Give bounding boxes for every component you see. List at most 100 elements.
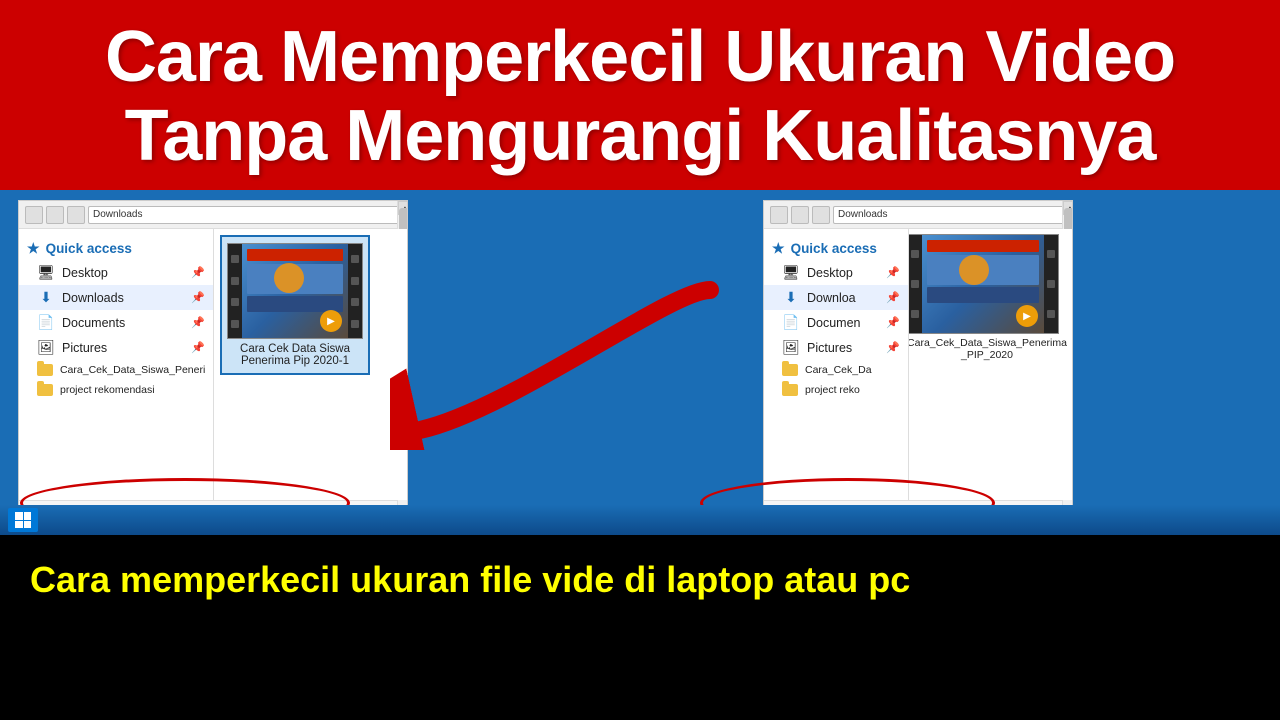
right-back-btn[interactable]: [770, 206, 788, 224]
sidebar-item-documents[interactable]: 📄 Documents 📌: [19, 310, 213, 335]
right-thumb-img: ▶: [909, 234, 1059, 334]
pin-icon-pic: 📌: [191, 341, 205, 354]
desktop-label: Desktop: [62, 266, 108, 280]
folder-icon-1: [37, 364, 53, 376]
banner-title: Cara Memperkecil Ukuran Video Tanpa Meng…: [30, 18, 1250, 176]
banner-line2: Tanpa Mengurangi Kualitasnya: [125, 96, 1156, 176]
right-folder-label-2: project reko: [805, 384, 860, 396]
win-logo-q2: [24, 512, 32, 520]
file-thumb-img-left: ▶: [227, 243, 363, 339]
film-hole: [231, 277, 239, 285]
right-up-btn[interactable]: [812, 206, 830, 224]
right-folder-icon-2: [782, 384, 798, 396]
desktop-icon: 🖥: [37, 264, 55, 281]
folder-label-1: Cara_Cek_Data_Siswa_Peneri: [60, 364, 205, 376]
downloads-icon: ⬇: [37, 289, 55, 306]
top-banner: Cara Memperkecil Ukuran Video Tanpa Meng…: [0, 0, 1280, 190]
pin-icon: 📌: [191, 266, 205, 279]
film-hole-r: [1047, 280, 1055, 288]
start-button[interactable]: [8, 508, 38, 532]
sidebar-folder-2[interactable]: project rekomendasi: [19, 380, 213, 400]
right-quick-access-section[interactable]: ★ Quick access: [764, 237, 908, 260]
right-desktop-label: Desktop: [807, 266, 853, 280]
film-hole: [231, 255, 239, 263]
right-quick-access-label: Quick access: [791, 241, 877, 256]
address-text: Downloads: [93, 209, 142, 220]
file-name-left: Cara Cek Data Siswa Penerima Pip 2020-1: [228, 343, 362, 367]
back-btn[interactable]: [25, 206, 43, 224]
left-sidebar: ▲ ▼ ★ Quick access 🖥 Desktop 📌 ⬇ Downloa…: [19, 229, 214, 500]
film-hole: [351, 320, 359, 328]
right-documents-label: Documen: [807, 316, 861, 330]
right-sidebar-folder-1[interactable]: Cara_Cek_Da: [764, 360, 908, 380]
right-address-text: Downloads: [838, 209, 887, 220]
right-sidebar-item-downloads[interactable]: ⬇ Downloa 📌: [764, 285, 908, 310]
right-explorer: Downloads ▲ ▼ ★ Quick access 🖥 Desktop: [763, 200, 1073, 525]
quick-access-label: Quick access: [46, 241, 132, 256]
middle-section: Downloads ▲ ▼ ★ Quick access 🖥 Desktop: [0, 190, 1280, 535]
quick-access-section[interactable]: ★ Quick access: [19, 237, 213, 260]
right-downloads-label: Downloa: [807, 291, 856, 305]
right-pictures-icon: 🖼: [782, 339, 800, 356]
left-explorer-topbar: Downloads: [19, 201, 407, 229]
right-sidebar-item-desktop[interactable]: 🖥 Desktop 📌: [764, 260, 908, 285]
film-hole-r: [1047, 250, 1055, 258]
right-documents-icon: 📄: [782, 314, 800, 331]
film-hole-r: [911, 310, 919, 318]
folder-icon-2: [37, 384, 53, 396]
sidebar-folder-1[interactable]: Cara_Cek_Data_Siswa_Peneri: [19, 360, 213, 380]
banner-line1: Cara Memperkecil Ukuran Video: [105, 17, 1175, 97]
bottom-banner: Cara memperkecil ukuran file vide di lap…: [0, 535, 1280, 625]
film-hole: [231, 298, 239, 306]
win-logo-q1: [15, 512, 23, 520]
right-file-name: Cara_Cek_Data_Siswa_Penerima_PIP_2020: [909, 337, 1067, 361]
sidebar-item-downloads[interactable]: ⬇ Downloads 📌: [19, 285, 213, 310]
address-bar[interactable]: Downloads: [88, 206, 401, 224]
right-explorer-content: ▲ ▼ ★ Quick access 🖥 Desktop 📌 ⬇ Downloa…: [764, 229, 1072, 500]
right-sidebar: ▲ ▼ ★ Quick access 🖥 Desktop 📌 ⬇ Downloa…: [764, 229, 909, 500]
file-thumbnail-right[interactable]: ▶ Cara_Cek_Data_Siswa_Penerima_PIP_2020: [909, 234, 1067, 361]
film-hole: [231, 320, 239, 328]
up-btn[interactable]: [67, 206, 85, 224]
documents-icon: 📄: [37, 314, 55, 331]
right-folder-icon-1: [782, 364, 798, 376]
right-pin-icon-doc: 📌: [886, 316, 900, 329]
pictures-label: Pictures: [62, 341, 107, 355]
right-explorer-topbar: Downloads: [764, 201, 1072, 229]
film-hole-r: [911, 280, 919, 288]
taskbar: [0, 505, 1280, 535]
downloads-label: Downloads: [62, 291, 124, 305]
right-film-strip-left: [909, 235, 922, 333]
pin-icon-doc: 📌: [191, 316, 205, 329]
right-downloads-icon: ⬇: [782, 289, 800, 306]
sidebar-item-pictures[interactable]: 🖼 Pictures 📌: [19, 335, 213, 360]
red-arrow: [390, 250, 730, 450]
left-explorer: Downloads ▲ ▼ ★ Quick access 🖥 Desktop: [18, 200, 408, 525]
documents-label: Documents: [62, 316, 125, 330]
forward-btn[interactable]: [46, 206, 64, 224]
right-star-icon: ★: [772, 240, 785, 257]
right-film-strip-right: [1044, 235, 1058, 333]
right-forward-btn[interactable]: [791, 206, 809, 224]
right-address-bar[interactable]: Downloads: [833, 206, 1066, 224]
right-sidebar-item-pictures[interactable]: 🖼 Pictures 📌: [764, 335, 908, 360]
file-thumbnail-left[interactable]: ▶ Cara Cek Data Siswa Penerima Pip 2020-…: [220, 235, 370, 375]
right-sidebar-item-documents[interactable]: 📄 Documen 📌: [764, 310, 908, 335]
film-hole-r: [1047, 310, 1055, 318]
film-hole-r: [911, 250, 919, 258]
pictures-icon: 🖼: [37, 339, 55, 356]
right-pin-icon-pic: 📌: [886, 341, 900, 354]
right-pin-icon-dl: 📌: [886, 291, 900, 304]
right-folder-label-1: Cara_Cek_Da: [805, 364, 872, 376]
film-strip-right: [348, 244, 362, 338]
win-logo-q3: [15, 521, 23, 529]
bottom-text: Cara memperkecil ukuran file vide di lap…: [30, 559, 910, 601]
pin-icon-dl: 📌: [191, 291, 205, 304]
right-desktop-icon: 🖥: [782, 264, 800, 281]
film-hole: [351, 255, 359, 263]
right-sidebar-folder-2[interactable]: project reko: [764, 380, 908, 400]
left-explorer-content: ▲ ▼ ★ Quick access 🖥 Desktop 📌 ⬇ Downloa…: [19, 229, 407, 500]
sidebar-item-desktop[interactable]: 🖥 Desktop 📌: [19, 260, 213, 285]
film-hole: [351, 298, 359, 306]
windows-logo: [15, 512, 31, 528]
